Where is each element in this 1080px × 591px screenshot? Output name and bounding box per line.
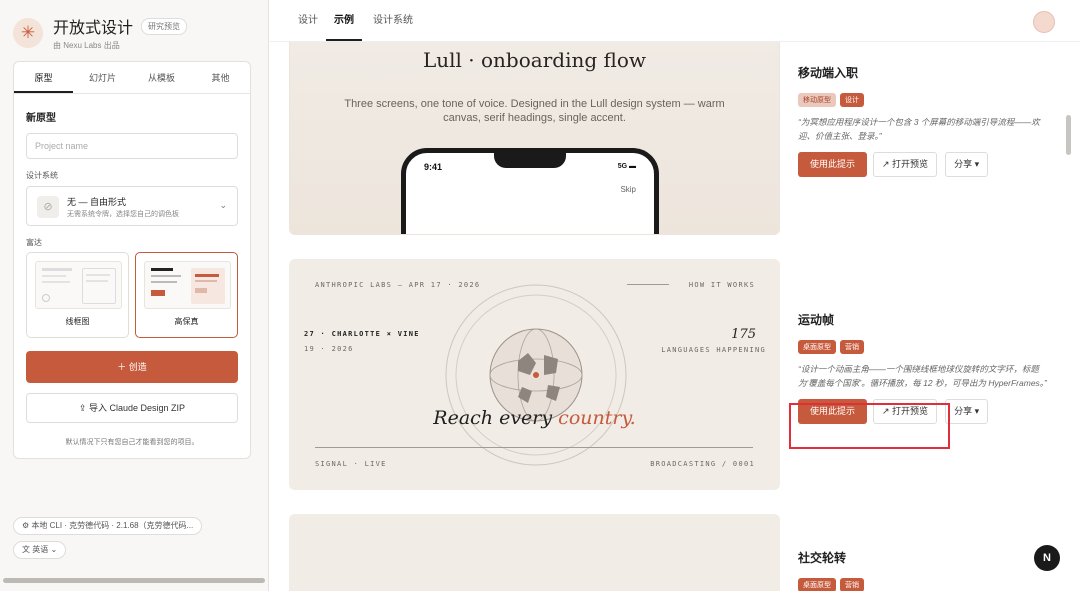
tag: 桌面原型: [798, 340, 836, 354]
preview-header-right: HOW IT WORKS: [688, 281, 755, 289]
share-button[interactable]: 分享 ▾: [945, 399, 989, 424]
fidelity-label: 富达: [26, 238, 42, 247]
tab-prototype[interactable]: 原型: [14, 62, 73, 93]
no-system-icon: ⊘: [37, 196, 59, 218]
card-info-onboarding: 移动端入职 移动原型 设计 “为冥想应用程序设计一个包含 3 个屏幕的移动端引导…: [798, 64, 1048, 177]
nav-examples[interactable]: 示例: [326, 0, 362, 41]
wireframe-preview: [35, 261, 122, 309]
open-preview-button[interactable]: ↗ 打开预览: [873, 152, 938, 177]
card-title: 运动帧: [798, 313, 835, 327]
tag: 营销: [840, 578, 864, 591]
card-info-social: 社交轮转 桌面原型 营销: [798, 549, 1048, 591]
preview-title: Lull · onboarding flow: [422, 48, 647, 72]
brand-title: 开放式设计: [53, 20, 134, 37]
import-zip-button[interactable]: ⇪ 导入 Claude Design ZIP: [26, 393, 238, 423]
chevron-down-icon: ⌄: [50, 545, 58, 554]
project-type-tabs: 原型 幻灯片 从模板 其他: [14, 62, 250, 94]
gear-icon: ⚙: [22, 521, 32, 530]
highlight-box: [789, 403, 950, 449]
tab-from-template[interactable]: 从模板: [132, 62, 191, 93]
divider: [315, 447, 753, 448]
upload-icon: ⇪: [78, 403, 89, 413]
tag: 桌面原型: [798, 578, 836, 591]
translate-icon: 文: [22, 545, 33, 554]
app-window: ✳ 开放式设计 研究预览 由 Nexu Labs 出品 原型 幻灯片 从模板 其…: [0, 0, 1080, 591]
privacy-note: 默认情况下只有您自己才能看到您的项目。: [65, 439, 199, 446]
examples-list: Lull · onboarding flow Three screens, on…: [270, 42, 1080, 591]
language-selector[interactable]: 文 英语 ⌄: [13, 541, 67, 559]
phone-mockup: 9:41 5G ▬ Skip: [401, 148, 659, 234]
social-carousel-preview: [289, 514, 780, 591]
nav-design[interactable]: 设计: [298, 0, 318, 42]
preview-subtitle: Three screens, one tone of voice. Design…: [344, 98, 725, 124]
globe-icon: [445, 284, 627, 466]
fidelity-hifi-option[interactable]: 高保真: [135, 252, 238, 338]
design-system-value: 无 — 自由形式: [67, 197, 127, 207]
preview-footer-right: BROADCASTING / 0001: [650, 460, 755, 468]
brand-subtitle: 由 Nexu Labs 出品: [53, 41, 120, 50]
preview-badge: 研究预览: [141, 17, 188, 35]
floating-action-button[interactable]: N: [1034, 545, 1060, 571]
tab-other[interactable]: 其他: [191, 62, 250, 93]
nav-design-system[interactable]: 设计系统: [373, 0, 413, 42]
divider: [627, 284, 669, 285]
user-avatar[interactable]: [1033, 11, 1055, 33]
top-nav: 设计 示例 设计系统: [270, 0, 1080, 42]
card-description: “设计一个动画主角——一个围绕线框地球仪旋转的文字环，标题为‘覆盖每个国家’。循…: [798, 364, 1047, 388]
project-name-input[interactable]: Project name: [26, 133, 238, 159]
phone-skip: Skip: [620, 185, 636, 194]
horizontal-scrollbar[interactable]: [3, 578, 265, 583]
design-system-desc: 无需系统令牌，选择您自己的调色板: [67, 211, 179, 218]
phone-signal: 5G ▬: [617, 163, 636, 170]
motion-headline: Reach every country.: [289, 407, 780, 429]
brand-logo-icon: ✳: [13, 17, 43, 48]
hifi-label: 高保真: [174, 317, 199, 326]
tag: 营销: [840, 340, 864, 354]
phone-notch: [494, 148, 566, 168]
create-button[interactable]: ＋ 创造: [26, 351, 238, 383]
sidebar: ✳ 开放式设计 研究预览 由 Nexu Labs 出品 原型 幻灯片 从模板 其…: [0, 0, 269, 591]
preview-number-label: LANGUAGES HAPPENING: [661, 346, 766, 354]
use-prompt-button[interactable]: 使用此提示: [798, 152, 868, 177]
card-title: 移动端入职: [798, 66, 859, 80]
language-label: 英语: [32, 545, 49, 554]
import-zip-label: 导入 Claude Design ZIP: [89, 403, 186, 413]
headline-text: Reach every: [433, 407, 553, 429]
card-title: 社交轮转: [798, 551, 847, 565]
preview-number: 175: [731, 327, 756, 342]
headline-accent: country.: [558, 407, 636, 429]
preview-footer-left: SIGNAL · LIVE: [315, 460, 387, 468]
motion-frame-preview: ANTHROPIC LABS — APR 17 · 2026 HOW IT WO…: [289, 259, 780, 490]
design-system-select[interactable]: ⊘ 无 — 自由形式 无需系统令牌，选择您自己的调色板 ⌄: [26, 186, 238, 226]
preview-line1: 27 · CHARLOTTE × VINE: [304, 330, 420, 338]
cli-status-pill[interactable]: ⚙ 本地 CLI · 克劳德代码 · 2.1.68（克劳德代码...: [13, 517, 203, 535]
vertical-scrollbar[interactable]: [1066, 115, 1071, 155]
preview-line2: 19 · 2026: [304, 345, 354, 353]
hifi-preview: [144, 261, 231, 309]
cli-status-label: 本地 CLI · 克劳德代码 · 2.1.68（克劳德代码...: [31, 521, 194, 530]
chevron-down-icon: ⌄: [219, 200, 227, 210]
fidelity-wireframe-option[interactable]: 线框图: [26, 252, 129, 338]
tag: 设计: [840, 93, 864, 107]
card-description: “为冥想应用程序设计一个包含 3 个屏幕的移动端引导流程——欢迎、价值主张、登录…: [798, 117, 1040, 141]
share-button[interactable]: 分享 ▾: [945, 152, 989, 177]
tab-slides[interactable]: 幻灯片: [73, 62, 132, 93]
brand: ✳ 开放式设计 研究预览 由 Nexu Labs 出品: [13, 14, 188, 51]
phone-time: 9:41: [424, 162, 443, 172]
design-system-label: 设计系统: [26, 171, 58, 180]
onboarding-preview: Lull · onboarding flow Three screens, on…: [289, 42, 780, 235]
section-title: 新原型: [26, 113, 56, 124]
tag: 移动原型: [798, 93, 836, 107]
new-project-card: 原型 幻灯片 从模板 其他 新原型 Project name 设计系统 ⊘ 无 …: [13, 61, 251, 459]
wireframe-label: 线框图: [65, 317, 90, 326]
